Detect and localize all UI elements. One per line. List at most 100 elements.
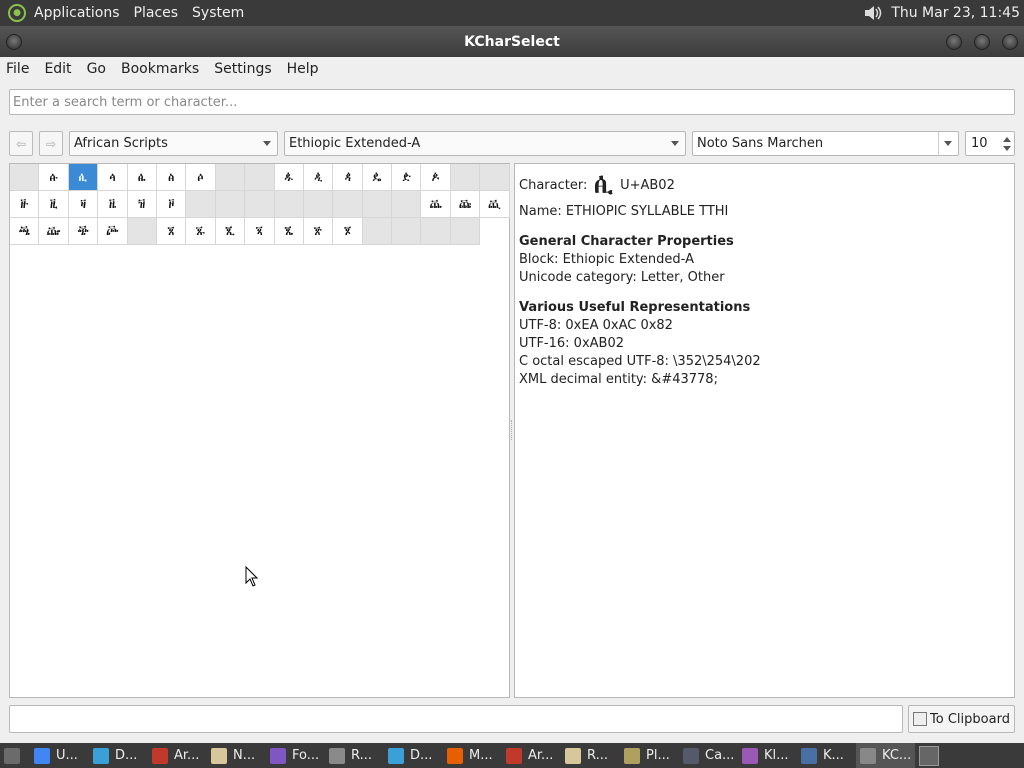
character-cell[interactable]: ꬂ — [68, 164, 99, 191]
section-select[interactable]: African Scripts — [69, 131, 278, 156]
character-cell[interactable]: ꬮ — [333, 218, 363, 245]
character-cell[interactable]: ꬕ — [127, 191, 157, 218]
character-cell[interactable]: ꬠ — [421, 191, 451, 218]
character-cell[interactable]: ꬢ — [480, 191, 510, 218]
character-cell[interactable] — [480, 164, 510, 191]
character-cell[interactable]: ꬭ — [303, 218, 334, 245]
taskbar-item[interactable]: Kl... — [738, 743, 797, 768]
block-select[interactable]: Ethiopic Extended-A — [284, 131, 686, 156]
show-desktop-button[interactable] — [0, 743, 30, 768]
character-cell[interactable] — [421, 218, 451, 245]
volume-icon[interactable] — [863, 4, 883, 22]
window-titlebar[interactable]: KCharSelect — [0, 26, 1024, 57]
character-cell[interactable] — [392, 218, 422, 245]
font-size-spinbox[interactable]: 10 — [965, 131, 1015, 156]
taskbar-item[interactable]: R... — [325, 743, 384, 768]
character-cell[interactable]: ꬑ — [10, 191, 40, 218]
taskbar-item[interactable]: Pl... — [620, 743, 679, 768]
menu-system[interactable]: System — [192, 5, 244, 21]
taskbar-item[interactable]: Ar... — [502, 743, 561, 768]
clock[interactable]: Thu Mar 23, 11:45 — [891, 5, 1020, 21]
menu-go[interactable]: Go — [87, 61, 106, 77]
character-cell[interactable]: ꬍ — [392, 164, 422, 191]
taskbar-item[interactable]: N... — [207, 743, 266, 768]
character-cell[interactable]: ꬌ — [362, 164, 393, 191]
back-button[interactable]: ⇦ — [9, 131, 33, 156]
character-cell[interactable]: ꬒ — [39, 191, 69, 218]
character-cell[interactable]: ꬆ — [186, 164, 216, 191]
character-cell[interactable]: ꬄ — [127, 164, 157, 191]
taskbar-item[interactable]: R... — [561, 743, 620, 768]
taskbar-item[interactable]: U... — [30, 743, 89, 768]
character-cell[interactable]: ꬤ — [39, 218, 69, 245]
character-cell[interactable]: ꬣ — [10, 218, 40, 245]
menu-help[interactable]: Help — [287, 61, 319, 77]
menu-settings[interactable]: Settings — [214, 61, 271, 77]
menu-bookmarks[interactable]: Bookmarks — [121, 61, 199, 77]
search-input[interactable] — [9, 89, 1015, 115]
character-cell[interactable]: ꬖ — [156, 191, 187, 218]
character-cell[interactable] — [333, 191, 363, 218]
close-icon[interactable] — [1002, 34, 1018, 50]
character-cell[interactable] — [362, 218, 393, 245]
top-panel: ● Applications Places System Thu Mar 23,… — [0, 0, 1024, 26]
character-cell[interactable]: ꬦ — [98, 218, 128, 245]
spin-up-icon[interactable] — [1003, 137, 1011, 142]
character-cell[interactable] — [215, 191, 246, 218]
character-cell[interactable]: ꬊ — [303, 164, 334, 191]
character-cell[interactable]: ꬋ — [333, 164, 363, 191]
character-cell[interactable]: ꬥ — [68, 218, 99, 245]
taskbar-item[interactable]: Ca... — [679, 743, 738, 768]
character-cell[interactable] — [10, 164, 40, 191]
character-cell[interactable]: ꬁ — [39, 164, 69, 191]
character-cell[interactable]: ꬬ — [274, 218, 304, 245]
menu-places[interactable]: Places — [134, 5, 179, 21]
character-cell[interactable] — [392, 191, 422, 218]
to-clipboard-button[interactable]: To Clipboard — [908, 705, 1015, 733]
character-cell[interactable] — [274, 191, 304, 218]
character-cell[interactable] — [245, 164, 275, 191]
app-icon — [860, 747, 876, 764]
character-cell[interactable]: ꬎ — [421, 164, 451, 191]
character-cell[interactable] — [450, 164, 481, 191]
character-grid: ꬁꬂꬃꬄꬅꬆ ꬉꬊꬋꬌꬍꬎ ꬑꬒꬓꬔꬕꬖ ꬠꬡꬢ ꬣꬤꬥꬦ ꬨꬩꬪꬫꬬꬭꬮ — [10, 164, 510, 245]
character-cell[interactable] — [127, 218, 157, 245]
character-cell[interactable] — [215, 164, 246, 191]
character-cell[interactable] — [450, 218, 481, 245]
character-cell[interactable] — [362, 191, 393, 218]
taskbar-item[interactable]: Fo... — [266, 743, 325, 768]
spin-down-icon[interactable] — [1003, 146, 1011, 151]
taskbar-item[interactable]: KC... — [856, 743, 915, 768]
character-cell[interactable]: ꬓ — [68, 191, 99, 218]
character-cell[interactable]: ꬅ — [156, 164, 187, 191]
taskbar-item[interactable]: D... — [384, 743, 443, 768]
character-cell[interactable]: ꬪ — [215, 218, 246, 245]
font-select[interactable]: Noto Sans Marchen — [692, 131, 959, 156]
clipboard-text-input[interactable] — [9, 705, 903, 733]
character-cell[interactable]: ꬃ — [98, 164, 128, 191]
character-table[interactable]: ꬁꬂꬃꬄꬅꬆ ꬉꬊꬋꬌꬍꬎ ꬑꬒꬓꬔꬕꬖ ꬠꬡꬢ ꬣꬤꬥꬦ ꬨꬩꬪꬫꬬꬭꬮ — [9, 163, 510, 698]
character-cell[interactable] — [303, 191, 334, 218]
forward-button[interactable]: ⇨ — [39, 131, 63, 156]
character-cell[interactable]: ꬩ — [186, 218, 216, 245]
tray-app-icon[interactable] — [919, 745, 939, 766]
menu-edit[interactable]: Edit — [44, 61, 71, 77]
distro-logo-icon[interactable]: ● — [8, 4, 26, 22]
character-cell[interactable] — [245, 191, 275, 218]
character-cell[interactable]: ꬡ — [450, 191, 481, 218]
taskbar-item[interactable]: M... — [443, 743, 502, 768]
taskbar-item[interactable]: K... — [797, 743, 856, 768]
taskbar-item[interactable]: Ar... — [148, 743, 207, 768]
character-label: Character: — [519, 178, 588, 193]
window-menu-icon[interactable] — [6, 34, 22, 50]
character-cell[interactable]: ꬔ — [98, 191, 128, 218]
minimize-icon[interactable] — [946, 34, 962, 50]
taskbar-item[interactable]: D... — [89, 743, 148, 768]
character-cell[interactable] — [186, 191, 216, 218]
menu-file[interactable]: File — [6, 61, 29, 77]
maximize-icon[interactable] — [974, 34, 990, 50]
character-cell[interactable]: ꬫ — [245, 218, 275, 245]
character-cell[interactable]: ꬨ — [156, 218, 187, 245]
character-cell[interactable]: ꬉ — [274, 164, 304, 191]
menu-applications[interactable]: Applications — [34, 5, 120, 21]
